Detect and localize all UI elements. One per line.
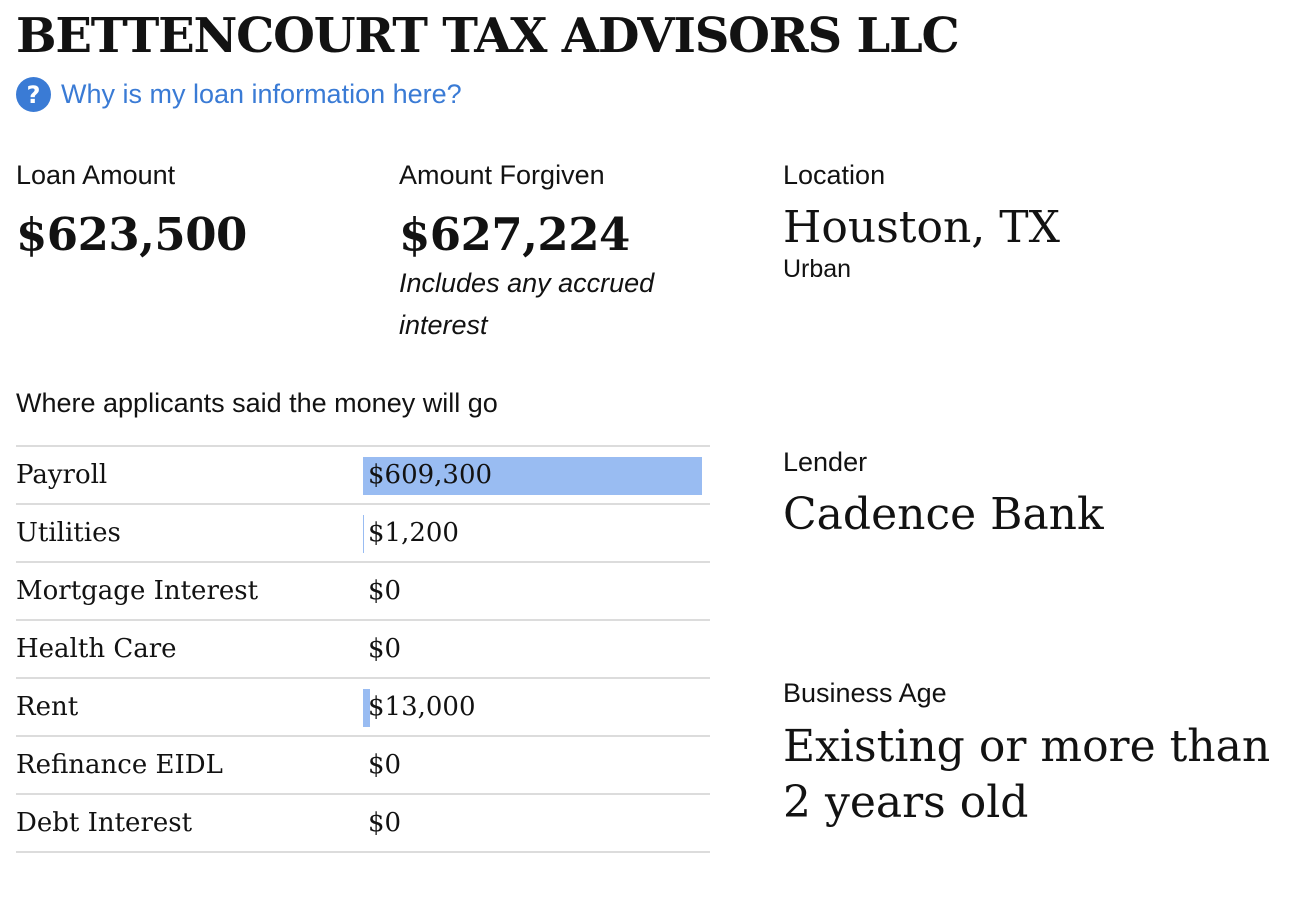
loan-info-help[interactable]: ? Why is my loan information here?: [16, 77, 462, 112]
loan-info-help-link[interactable]: Why is my loan information here?: [61, 79, 462, 110]
use-category: Debt Interest: [16, 793, 363, 853]
business-age-label: Business Age: [783, 678, 947, 708]
use-amount: $1,200: [368, 518, 459, 548]
table-row: Rent $13,000: [16, 677, 710, 736]
loan-amount-label: Loan Amount: [16, 160, 176, 190]
question-circle-icon[interactable]: ?: [16, 77, 51, 112]
use-amount-bar: [363, 515, 364, 553]
use-category: Mortgage Interest: [16, 561, 363, 620]
uses-table: Payroll $609,300 Utilities $1,200 Mortga…: [16, 445, 710, 853]
lender-value: Cadence Bank: [783, 489, 1104, 540]
table-row: Mortgage Interest $0: [16, 561, 710, 620]
business-name-title: BETTENCOURT TAX ADVISORS LLC: [16, 8, 960, 64]
table-row: Debt Interest $0: [16, 793, 710, 853]
use-category: Refinance EIDL: [16, 735, 363, 794]
table-row: Health Care $0: [16, 619, 710, 678]
use-amount: $0: [368, 634, 402, 664]
table-row: Refinance EIDL $0: [16, 735, 710, 794]
table-row: Payroll $609,300: [16, 445, 710, 504]
table-row: Utilities $1,200: [16, 503, 710, 562]
amount-forgiven-value: $627,224: [399, 208, 630, 261]
use-amount: $13,000: [368, 692, 476, 722]
use-category: Health Care: [16, 619, 363, 678]
amount-forgiven-note: Includes any accrued interest: [399, 268, 655, 340]
use-category: Payroll: [16, 445, 363, 504]
lender-label: Lender: [783, 447, 868, 477]
location-area-type: Urban: [783, 255, 852, 283]
use-category: Rent: [16, 677, 363, 736]
amount-forgiven-label: Amount Forgiven: [399, 160, 605, 190]
use-amount: $0: [368, 808, 402, 838]
uses-section-label: Where applicants said the money will go: [16, 388, 498, 418]
location-value: Houston, TX: [783, 202, 1060, 253]
use-amount: $0: [368, 750, 402, 780]
use-amount: $609,300: [368, 460, 493, 490]
location-label: Location: [783, 160, 886, 190]
use-amount: $0: [368, 576, 402, 606]
loan-amount-value: $623,500: [16, 208, 247, 261]
use-category: Utilities: [16, 503, 363, 562]
business-age-value: Existing or more than 2 years old: [783, 721, 1271, 828]
